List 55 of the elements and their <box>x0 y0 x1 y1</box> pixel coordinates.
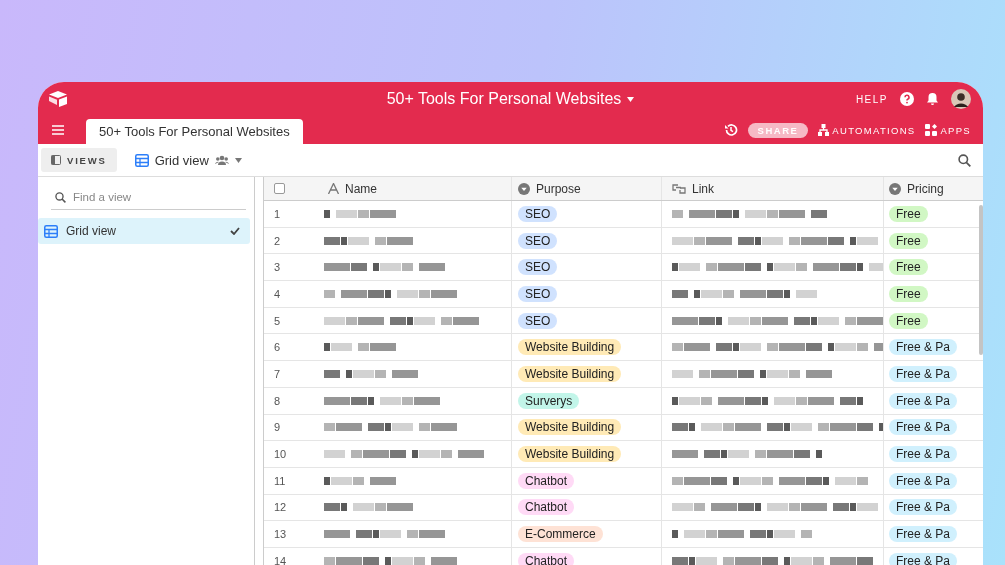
row-number: 1 <box>274 207 281 220</box>
purpose-tag: SEO <box>518 259 558 276</box>
purpose-tag: Chatbot <box>518 472 575 489</box>
row-number: 8 <box>274 394 281 407</box>
base-title[interactable]: 50+ Tools For Personal Websites <box>386 90 622 108</box>
pricing-tag: Free <box>889 259 928 276</box>
row-number: 6 <box>274 341 281 354</box>
pricing-tag: Free & Pa <box>889 339 958 356</box>
purpose-tag: Chatbot <box>518 499 575 516</box>
row-number: 4 <box>274 287 281 300</box>
purpose-tag: Surverys <box>518 392 580 409</box>
row-number: 2 <box>274 234 281 247</box>
row-number: 13 <box>274 528 287 541</box>
row-number: 14 <box>274 554 287 565</box>
automations-link[interactable]: AUTOMATIONS <box>832 124 916 136</box>
row-number: 9 <box>274 421 281 434</box>
row-number: 10 <box>274 448 287 461</box>
pricing-tag: Free & Pa <box>889 499 958 516</box>
view-list-item[interactable]: Grid view <box>38 218 250 244</box>
purpose-tag: E-Commerce <box>518 526 603 543</box>
find-view-field[interactable]: Find a view <box>73 191 233 203</box>
pricing-tag: Free <box>889 312 928 329</box>
purpose-tag: SEO <box>518 205 558 222</box>
pricing-tag: Free <box>889 232 928 249</box>
table-tab[interactable]: 50+ Tools For Personal Websites <box>86 119 303 144</box>
purpose-tag: Website Building <box>518 339 622 356</box>
views-button[interactable]: VIEWS <box>41 148 117 172</box>
row-number: 7 <box>274 367 281 380</box>
purpose-tag: Website Building <box>518 446 622 463</box>
view-name[interactable]: Grid view <box>154 152 209 168</box>
row-number: 3 <box>274 261 281 274</box>
row-number: 5 <box>274 314 281 327</box>
purpose-tag: SEO <box>518 232 558 249</box>
pricing-tag: Free & Pa <box>889 446 958 463</box>
pricing-tag: Free <box>889 205 928 222</box>
column-header[interactable]: Pricing <box>907 181 944 196</box>
row-number: 12 <box>274 501 287 514</box>
purpose-tag: Chatbot <box>518 552 575 565</box>
purpose-tag: SEO <box>518 285 558 302</box>
pricing-tag: Free & Pa <box>889 526 958 543</box>
column-header[interactable]: Link <box>692 181 714 196</box>
pricing-tag: Free & Pa <box>889 552 958 565</box>
pricing-tag: Free & Pa <box>889 392 958 409</box>
apps-link[interactable]: APPS <box>940 124 971 136</box>
column-header[interactable]: Purpose <box>536 181 581 196</box>
column-header[interactable]: Name <box>345 181 377 196</box>
purpose-tag: Website Building <box>518 419 622 436</box>
help-link[interactable]: HELP <box>855 93 888 105</box>
pricing-tag: Free & Pa <box>889 419 958 436</box>
pricing-tag: Free & Pa <box>889 472 958 489</box>
pricing-tag: Free <box>889 285 928 302</box>
row-number: 11 <box>274 474 286 487</box>
pricing-tag: Free & Pa <box>889 365 958 382</box>
purpose-tag: SEO <box>518 312 558 329</box>
purpose-tag: Website Building <box>518 365 622 382</box>
